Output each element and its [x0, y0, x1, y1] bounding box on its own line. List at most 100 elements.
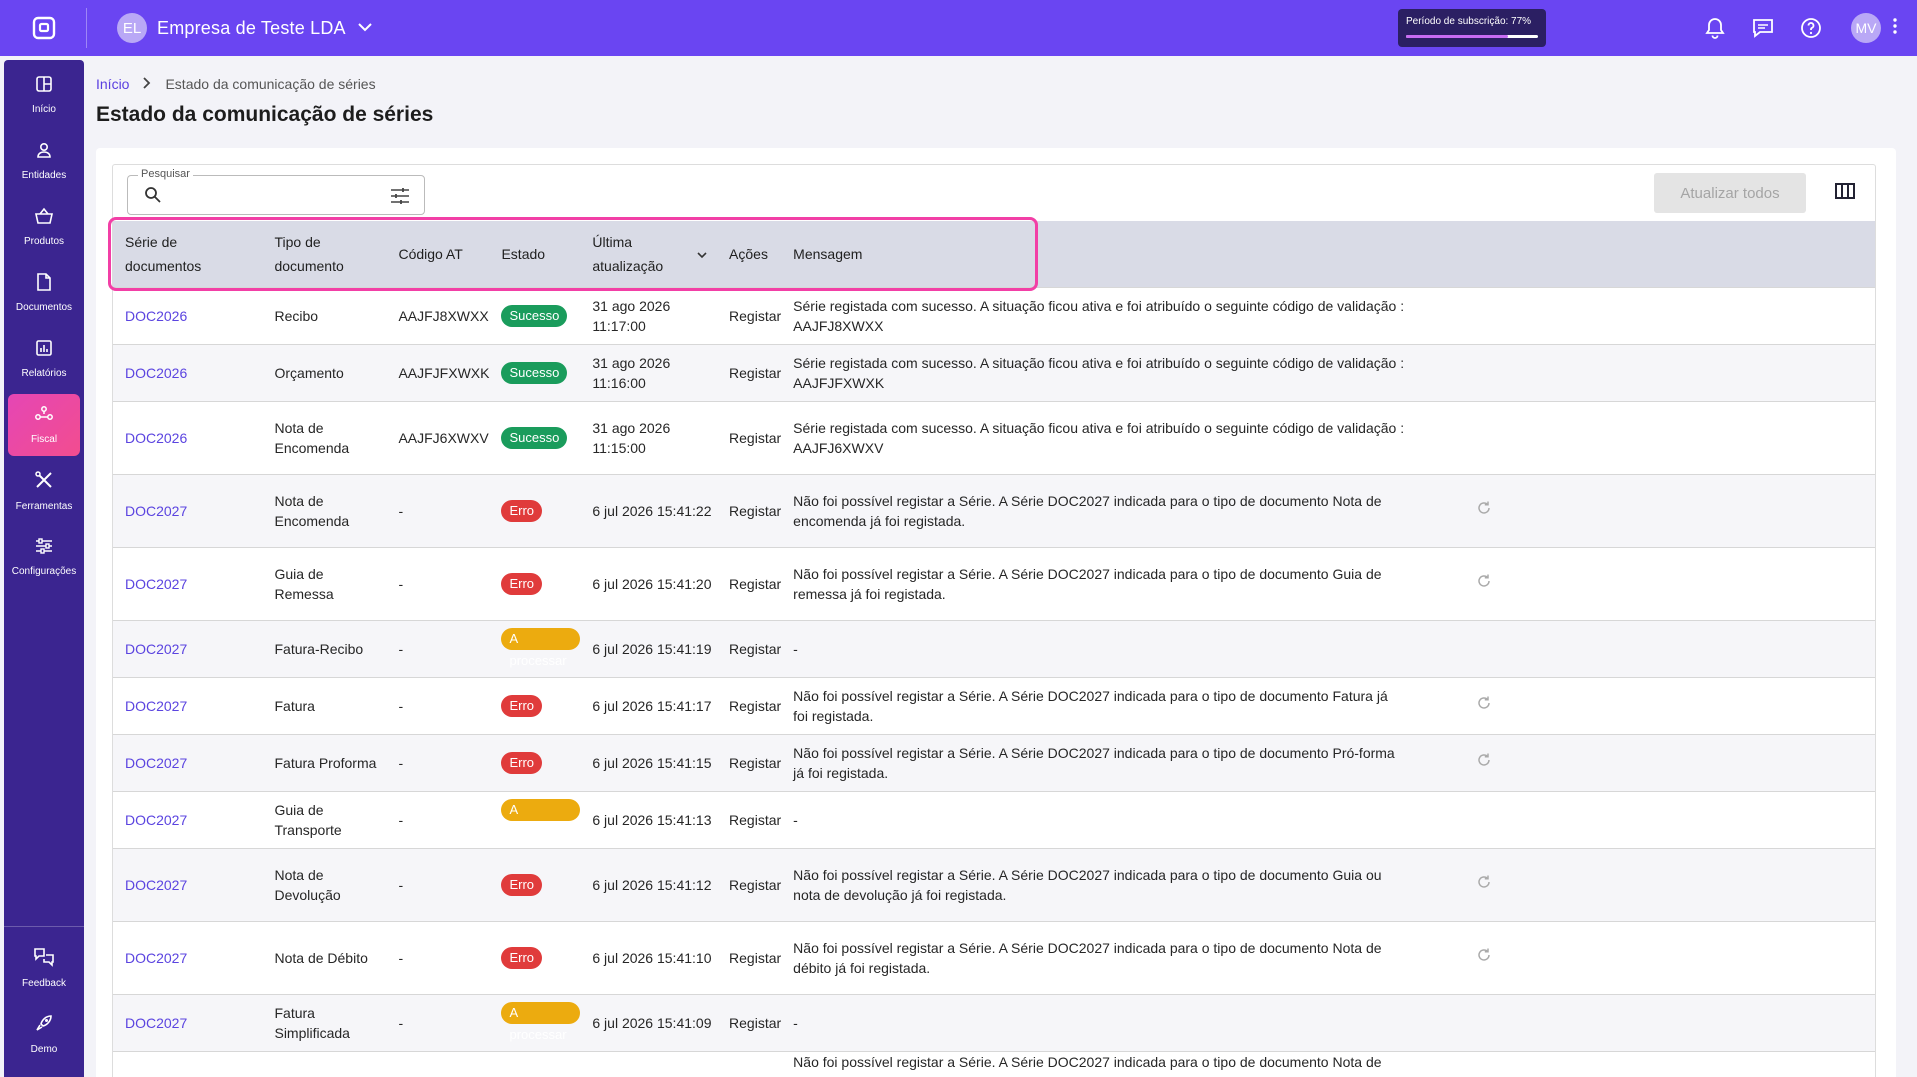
status-cell: Erro [489, 733, 581, 791]
col-header-type[interactable]: Tipo de documento [262, 221, 387, 287]
status-cell: Erro [489, 546, 581, 620]
series-link[interactable]: DOC2027 [113, 619, 263, 677]
sidebar-item-produtos[interactable]: Produtos [8, 196, 80, 258]
register-action[interactable]: Registar [717, 546, 782, 620]
doc-type-cell: Nota de Débito [262, 920, 387, 994]
message: - [781, 619, 1465, 677]
retry-cell [1464, 400, 1875, 474]
sidebar-item-demo[interactable]: Demo [8, 1003, 80, 1065]
table-body: DOC2026 Recibo AAJFJ8XWXX Sucesso 31 ago… [113, 286, 1875, 1077]
table-row: DOC2027 Fatura - Erro 6 jul 2026 15:41:1… [113, 676, 1875, 734]
company-avatar: EL [117, 13, 147, 43]
register-action[interactable]: Registar [717, 920, 782, 994]
sidebar-item-label: Produtos [23, 236, 65, 247]
company-name: Empresa de Teste LDA [157, 17, 346, 38]
series-link[interactable]: DOC2027 [113, 546, 263, 620]
message: Não foi possível registar a Série. A Sér… [781, 546, 1465, 620]
at-code: - [386, 920, 490, 994]
search-legend: Pesquisar [138, 168, 193, 180]
at-code [386, 1050, 490, 1077]
series-link[interactable]: DOC2027 [113, 993, 263, 1051]
last-update: 6 jul 2026 15:41:17 [580, 676, 718, 734]
retry-icon[interactable] [1476, 948, 1492, 966]
bell-icon[interactable] [1691, 17, 1739, 39]
table-header-row: Série de documentos Tipo de documento Có… [113, 221, 1875, 287]
series-link[interactable]: DOC2027 [113, 790, 263, 848]
register-action[interactable]: Registar [717, 619, 782, 677]
breadcrumb-home-link[interactable]: Início [96, 76, 129, 92]
status-badge: A processar [501, 627, 581, 668]
series-link[interactable]: DOC2027 [113, 920, 263, 994]
col-header-type-label: Tipo de documento [274, 233, 344, 274]
retry-icon[interactable] [1476, 875, 1492, 893]
register-action[interactable]: Registar [717, 676, 782, 734]
register-action[interactable]: Registar [717, 847, 782, 921]
series-link[interactable] [113, 1050, 263, 1077]
doc-type: Recibo [274, 307, 319, 324]
sidebar-item-ferramentas[interactable]: Ferramentas [8, 460, 80, 522]
col-header-message[interactable]: Mensagem [781, 221, 1465, 287]
page-title: Estado da comunicação de séries [96, 103, 434, 126]
register-action[interactable]: Registar [717, 400, 782, 474]
series-link[interactable]: DOC2026 [113, 400, 263, 474]
col-header-series[interactable]: Série de documentos [113, 221, 263, 287]
columns-icon[interactable] [1835, 183, 1855, 204]
search-field[interactable]: Pesquisar [127, 168, 425, 215]
sort-chevron-down-icon[interactable] [697, 242, 707, 266]
message: - [781, 790, 1465, 848]
messages-icon[interactable] [1739, 18, 1787, 38]
series-link[interactable]: DOC2027 [113, 473, 263, 547]
register-action[interactable] [717, 1050, 782, 1077]
doc-type: Guia de Transporte [274, 801, 342, 838]
filter-icon[interactable] [390, 187, 410, 210]
register-action[interactable]: Registar [717, 343, 782, 401]
col-header-updated[interactable]: Última atualização [580, 221, 718, 287]
doc-type-cell: Fatura Proforma [262, 733, 387, 791]
sidebar-item-feedback[interactable]: Feedback [8, 937, 80, 999]
message: Não foi possível registar a Série. A Sér… [781, 920, 1465, 994]
retry-icon[interactable] [1476, 574, 1492, 592]
sidebar-item-relatorios[interactable]: Relatórios [8, 328, 80, 390]
sidebar-item-fiscal[interactable]: Fiscal [8, 394, 80, 456]
more-vertical-icon[interactable] [1893, 17, 1897, 40]
col-header-code[interactable]: Código AT [386, 221, 490, 287]
update-all-button[interactable]: Atualizar todos [1654, 173, 1806, 213]
retry-icon[interactable] [1476, 696, 1492, 714]
status-cell: A processar [489, 790, 581, 848]
company-switcher[interactable]: EL Empresa de Teste LDA [117, 13, 372, 43]
app-logo-icon[interactable] [22, 0, 66, 56]
register-action[interactable]: Registar [717, 733, 782, 791]
series-link[interactable]: DOC2026 [113, 286, 263, 344]
series-link[interactable]: DOC2027 [113, 733, 263, 791]
table-row: DOC2027 Nota de Encomenda - Erro 6 jul 2… [113, 473, 1875, 547]
series-link[interactable]: DOC2027 [113, 847, 263, 921]
series-link[interactable]: DOC2026 [113, 343, 263, 401]
message: Não foi possível registar a Série. A Sér… [781, 473, 1465, 547]
sidebar-item-inicio[interactable]: Início [8, 64, 80, 126]
user-avatar[interactable]: MV [1851, 13, 1881, 43]
sidebar-item-entidades[interactable]: Entidades [8, 130, 80, 192]
retry-cell [1464, 920, 1875, 994]
search-input[interactable] [168, 184, 378, 208]
col-header-status[interactable]: Estado [489, 221, 581, 287]
status-cell: Erro [489, 847, 581, 921]
retry-icon[interactable] [1476, 753, 1492, 771]
retry-icon[interactable] [1476, 501, 1492, 519]
sidebar: Início Entidades Produtos Documentos Rel… [4, 60, 84, 1077]
sidebar-item-documentos[interactable]: Documentos [8, 262, 80, 324]
table-row: DOC2027 Fatura-Recibo - A processar 6 ju… [113, 619, 1875, 677]
doc-type-cell: Fatura [262, 676, 387, 734]
register-action[interactable]: Registar [717, 286, 782, 344]
register-action[interactable]: Registar [717, 473, 782, 547]
subscription-indicator[interactable]: Período de subscrição: 77% [1398, 9, 1546, 47]
doc-type-cell: Nota de Devolução [262, 847, 387, 921]
doc-type: Orçamento [274, 364, 344, 381]
series-link[interactable]: DOC2027 [113, 676, 263, 734]
col-header-actions[interactable]: Ações [717, 221, 782, 287]
status-badge: Erro [501, 572, 543, 595]
breadcrumb: Início Estado da comunicação de séries [96, 76, 376, 92]
help-icon[interactable] [1787, 17, 1835, 39]
register-action[interactable]: Registar [717, 790, 782, 848]
sidebar-item-configuracoes[interactable]: Configurações [8, 526, 80, 588]
register-action[interactable]: Registar [717, 993, 782, 1051]
